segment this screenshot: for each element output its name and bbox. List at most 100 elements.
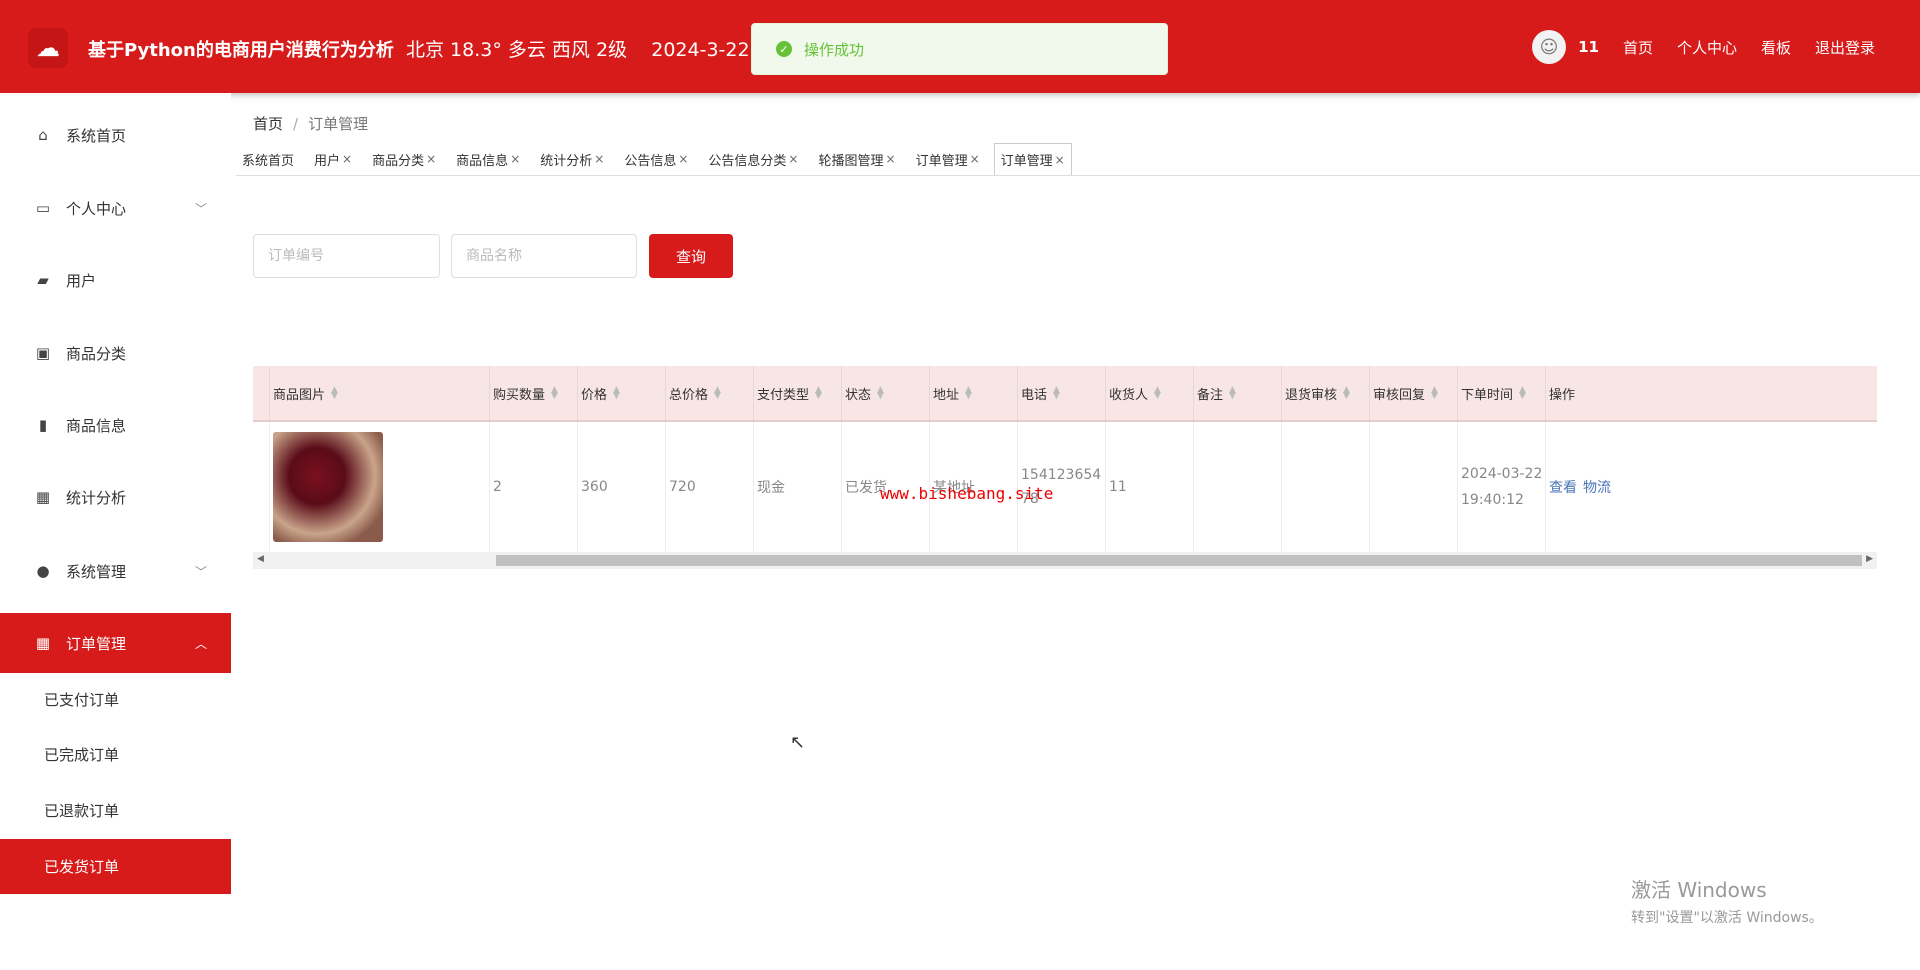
- column-header[interactable]: 总价格 ▲ ▼: [666, 366, 754, 420]
- nav-profile[interactable]: 个人中心: [1677, 37, 1737, 58]
- column-header[interactable]: 状态 ▲ ▼: [842, 366, 930, 420]
- column-header-label: 下单时间: [1461, 387, 1514, 403]
- sort-icon[interactable]: ▲ ▼: [1053, 386, 1060, 401]
- column-header[interactable]: 审核回复 ▲ ▼: [1370, 366, 1458, 420]
- scroll-left-icon[interactable]: ◀: [257, 554, 264, 564]
- weather-text: 北京 18.3° 多云 西风 2级: [406, 39, 628, 61]
- product-image[interactable]: [273, 431, 383, 542]
- column-header[interactable]: 退货审核 ▲ ▼: [1282, 366, 1370, 420]
- sidebar-item-category[interactable]: ▣ 商品分类: [0, 323, 231, 383]
- tab-bar: 系统首页 用户 × 商品分类 × 商品信息 × 统计分析 × 公告信息 × 公告信息分类 ×…: [236, 143, 1920, 176]
- logistics-link[interactable]: 物流: [1583, 477, 1611, 497]
- sort-icon[interactable]: ▲ ▼: [1229, 386, 1236, 401]
- sidebar-label: 商品分类: [66, 344, 127, 363]
- sidebar-item-users[interactable]: ▰ 用户: [0, 250, 231, 310]
- sidebar-item-system[interactable]: ● 系统管理 ﹀: [0, 541, 231, 601]
- mouse-cursor-icon: ↖: [790, 732, 806, 753]
- table-header: 商品图片 ▲ ▼ 购买数量 ▲ ▼ 价格 ▲ ▼ 总价格 ▲ ▼ 支付类型 ▲ ▼ 状态 ▲ ▼ 地址 ▲ ▼ 电话 ▲ ▼ 收…: [253, 366, 1877, 422]
- column-header[interactable]: 操作: [1546, 366, 1873, 420]
- sort-icon[interactable]: ▲ ▼: [1519, 386, 1526, 401]
- tab-orders-active[interactable]: 订单管理 ×: [993, 143, 1072, 175]
- activation-hint: 转到"设置"以激活 Windows。: [1631, 910, 1823, 926]
- sort-icon[interactable]: ▲ ▼: [714, 386, 721, 401]
- tab-users[interactable]: 用户 ×: [308, 143, 358, 175]
- sort-icon[interactable]: ▲ ▼: [551, 386, 558, 401]
- nav-home[interactable]: 首页: [1623, 37, 1653, 58]
- column-header[interactable]: 收货人 ▲ ▼: [1106, 366, 1194, 420]
- column-header[interactable]: 购买数量 ▲ ▼: [490, 366, 578, 420]
- tab-label: 统计分析: [540, 153, 593, 169]
- column-header[interactable]: 商品图片 ▲ ▼: [270, 366, 490, 420]
- sidebar-item-orders[interactable]: ▦ 订单管理 ︿: [0, 613, 231, 673]
- close-icon[interactable]: ×: [678, 152, 688, 166]
- sort-icon[interactable]: ▲ ▼: [965, 386, 972, 401]
- sort-icon[interactable]: ▲ ▼: [815, 386, 822, 401]
- toast-message: 操作成功: [804, 40, 865, 59]
- horizontal-scrollbar[interactable]: ◀ ▶: [253, 552, 1877, 569]
- column-header[interactable]: 备注 ▲ ▼: [1194, 366, 1282, 420]
- logo-icon: ☁: [28, 28, 68, 68]
- cell-receiver: 11: [1106, 422, 1194, 551]
- product-name-input[interactable]: [451, 234, 637, 278]
- column-header[interactable]: 支付类型 ▲ ▼: [754, 366, 842, 420]
- tab-stats[interactable]: 统计分析 ×: [534, 143, 610, 175]
- sidebar-item-profile[interactable]: ▭ 个人中心 ﹀: [0, 178, 231, 238]
- nav-logout[interactable]: 退出登录: [1815, 37, 1875, 58]
- search-button[interactable]: 查询: [649, 234, 733, 278]
- tab-notice-category[interactable]: 公告信息分类 ×: [702, 143, 804, 175]
- sort-icon[interactable]: ▲ ▼: [1343, 386, 1350, 401]
- close-icon[interactable]: ×: [426, 152, 436, 166]
- sort-icon[interactable]: ▲ ▼: [613, 386, 620, 401]
- sort-icon[interactable]: ▲ ▼: [877, 386, 884, 401]
- view-link[interactable]: 查看: [1549, 477, 1577, 497]
- nav-dashboard[interactable]: 看板: [1761, 37, 1791, 58]
- tab-products[interactable]: 商品信息 ×: [450, 143, 526, 175]
- sidebar-item-home[interactable]: ⌂ 系统首页: [0, 105, 231, 165]
- scrollbar-thumb[interactable]: [496, 555, 1862, 566]
- scroll-right-icon[interactable]: ▶: [1866, 554, 1873, 564]
- sidebar-subitem-refunded[interactable]: 已退款订单: [0, 783, 231, 837]
- close-icon[interactable]: ×: [788, 152, 798, 166]
- chevron-up-icon: ︿: [194, 636, 207, 651]
- close-icon[interactable]: ×: [510, 152, 520, 166]
- sidebar-label: 系统管理: [66, 562, 127, 581]
- breadcrumb-home[interactable]: 首页: [253, 115, 283, 133]
- sidebar-item-products[interactable]: ▮ 商品信息: [0, 395, 231, 455]
- close-icon[interactable]: ×: [594, 152, 604, 166]
- sidebar: ⌂ 系统首页 ▭ 个人中心 ﹀ ▰ 用户 ▣ 商品分类 ▮ 商品信息 ▦ 统计分析 ● 系统管理…: [0, 93, 231, 970]
- column-header[interactable]: 地址 ▲ ▼: [930, 366, 1018, 420]
- column-header-label: 操作: [1549, 387, 1576, 403]
- column-header[interactable]: 电话 ▲ ▼: [1018, 366, 1106, 420]
- sort-icon[interactable]: ▲ ▼: [1431, 386, 1438, 401]
- column-header[interactable]: 下单时间 ▲ ▼: [1458, 366, 1546, 420]
- tab-orders[interactable]: 订单管理 ×: [910, 143, 986, 175]
- tab-category[interactable]: 商品分类 ×: [366, 143, 442, 175]
- sort-icon[interactable]: ▲ ▼: [1154, 386, 1161, 401]
- column-header-label: 备注: [1197, 387, 1224, 403]
- column-header[interactable]: 价格 ▲ ▼: [578, 366, 666, 420]
- tab-label: 订单管理: [915, 153, 968, 169]
- card-icon: ▭: [35, 199, 51, 217]
- cell-reply: [1370, 422, 1458, 551]
- tab-carousel[interactable]: 轮播图管理 ×: [812, 143, 901, 175]
- chevron-down-icon: ﹀: [194, 564, 207, 579]
- sidebar-subitem-completed[interactable]: 已完成订单: [0, 727, 231, 781]
- success-toast: ✓ 操作成功: [751, 23, 1168, 75]
- sidebar-label: 商品信息: [66, 416, 127, 435]
- tab-home[interactable]: 系统首页: [236, 143, 300, 175]
- sidebar-item-stats[interactable]: ▦ 统计分析: [0, 467, 231, 527]
- close-icon[interactable]: ×: [342, 152, 352, 166]
- tab-notice[interactable]: 公告信息 ×: [618, 143, 694, 175]
- sidebar-subitem-shipped[interactable]: 已发货订单: [0, 839, 231, 894]
- column-header-label: 收货人: [1109, 387, 1149, 403]
- close-icon[interactable]: ×: [886, 152, 896, 166]
- avatar[interactable]: ☺: [1532, 30, 1567, 64]
- watermark: www.bishebang.site: [880, 484, 1054, 503]
- sort-icon[interactable]: ▲ ▼: [331, 386, 338, 401]
- close-icon[interactable]: ×: [970, 152, 980, 166]
- cell-total: 720: [666, 422, 754, 551]
- close-icon[interactable]: ×: [1055, 153, 1065, 167]
- sidebar-subitem-paid[interactable]: 已支付订单: [0, 672, 231, 726]
- order-number-input[interactable]: [253, 234, 440, 278]
- column-header-label: 购买数量: [493, 387, 546, 403]
